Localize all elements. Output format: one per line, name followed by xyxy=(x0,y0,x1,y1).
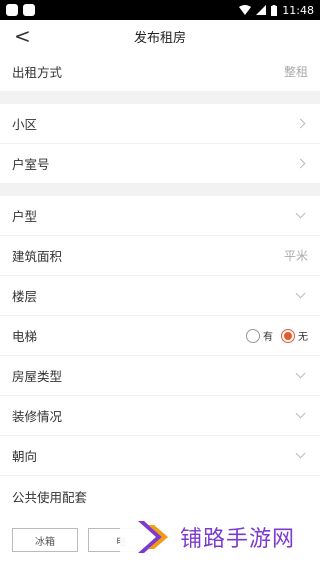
amenity-chip-fridge[interactable]: 冰箱 xyxy=(12,528,78,552)
house-type-label: 房屋类型 xyxy=(12,369,63,384)
nav-bar: < 发布租房 xyxy=(0,20,320,52)
radio-checked-icon[interactable] xyxy=(281,328,295,343)
rent-mode-value: 整租 xyxy=(283,65,308,79)
section-divider xyxy=(0,184,320,196)
house-type-row[interactable]: 房屋类型 xyxy=(0,356,320,396)
system-indicators: 11:48 xyxy=(239,4,314,17)
elevator-row: 电梯 有 无 xyxy=(0,316,320,356)
elevator-option-no[interactable]: 无 xyxy=(281,328,308,343)
orientation-row[interactable]: 朝向 xyxy=(0,436,320,476)
elevator-option-yes-label: 有 xyxy=(263,332,273,343)
chevron-down-icon xyxy=(295,408,306,419)
area-label: 建筑面积 xyxy=(12,249,63,264)
elevator-radio-group: 有 无 xyxy=(246,328,308,343)
room-number-label: 户室号 xyxy=(12,157,50,172)
rent-mode-row[interactable]: 出租方式 整租 xyxy=(0,52,320,92)
wifi-icon xyxy=(239,5,252,15)
layout-label: 户型 xyxy=(12,209,38,224)
back-arrow-icon[interactable]: < xyxy=(14,24,31,48)
page-title: 发布租房 xyxy=(133,30,186,46)
elevator-label: 电梯 xyxy=(12,329,38,344)
watermark-logo-icon xyxy=(138,521,168,553)
decoration-row[interactable]: 装修情况 xyxy=(0,396,320,436)
orientation-label: 朝向 xyxy=(12,449,38,464)
layout-row[interactable]: 户型 xyxy=(0,196,320,236)
notification-icon xyxy=(6,4,18,16)
area-input[interactable]: 平米 xyxy=(284,247,308,264)
chevron-down-icon xyxy=(295,368,306,379)
elevator-option-yes[interactable]: 有 xyxy=(246,328,273,343)
elevator-option-no-label: 无 xyxy=(298,332,308,343)
chevron-down-icon xyxy=(295,448,306,459)
chevron-down-icon xyxy=(295,208,306,219)
notification-icon xyxy=(23,4,35,16)
status-bar: 11:48 xyxy=(0,0,320,20)
room-number-row[interactable]: 户室号 xyxy=(0,144,320,184)
section-divider xyxy=(0,92,320,104)
battery-icon xyxy=(271,4,278,16)
floor-row[interactable]: 楼层 xyxy=(0,276,320,316)
community-label: 小区 xyxy=(12,117,38,132)
floor-label: 楼层 xyxy=(12,289,38,304)
notification-icons xyxy=(6,4,35,16)
chevron-right-icon xyxy=(295,118,306,129)
rent-mode-label: 出租方式 xyxy=(12,65,63,80)
decoration-label: 装修情况 xyxy=(12,409,63,424)
area-row[interactable]: 建筑面积 平米 xyxy=(0,236,320,276)
watermark: 铺路手游网 xyxy=(120,504,320,570)
watermark-text: 铺路手游网 xyxy=(180,527,296,552)
signal-icon xyxy=(256,5,267,15)
chevron-down-icon xyxy=(295,288,306,299)
status-time: 11:48 xyxy=(282,3,314,17)
chevron-right-icon xyxy=(295,158,306,169)
radio-unchecked-icon[interactable] xyxy=(246,328,260,343)
community-row[interactable]: 小区 xyxy=(0,104,320,144)
